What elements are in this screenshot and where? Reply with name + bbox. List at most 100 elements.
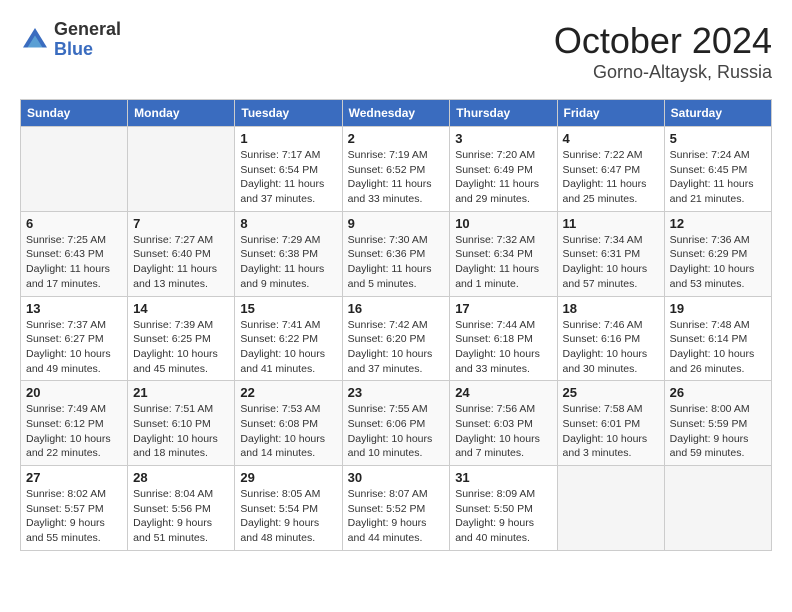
day-info: Sunrise: 7:19 AM Sunset: 6:52 PM Dayligh…: [348, 148, 445, 207]
day-number: 12: [670, 216, 766, 231]
logo-icon: [20, 25, 50, 55]
month-title: October 2024: [554, 20, 772, 62]
weekday-header-saturday: Saturday: [664, 100, 771, 127]
week-row-4: 20Sunrise: 7:49 AM Sunset: 6:12 PM Dayli…: [21, 381, 772, 466]
day-number: 15: [240, 301, 336, 316]
week-row-1: 1 Sunrise: 7:17 AM Sunset: 6:54 PM Daylig…: [21, 127, 772, 212]
day-info: Sunrise: 7:51 AM Sunset: 6:10 PM Dayligh…: [133, 402, 229, 461]
day-number: 3: [455, 131, 551, 146]
logo-text: General Blue: [54, 20, 121, 60]
day-info: Sunrise: 8:05 AM Sunset: 5:54 PM Dayligh…: [240, 487, 336, 546]
day-number: 27: [26, 470, 122, 485]
day-number: 11: [563, 216, 659, 231]
day-info: Sunrise: 8:07 AM Sunset: 5:52 PM Dayligh…: [348, 487, 445, 546]
weekday-header-sunday: Sunday: [21, 100, 128, 127]
day-cell: 16 Sunrise: 7:42 AM Sunset: 6:20 PM Dayli…: [342, 296, 450, 381]
day-info: Sunrise: 7:53 AM Sunset: 6:08 PM Dayligh…: [240, 402, 336, 461]
day-cell: [664, 466, 771, 551]
day-number: 26: [670, 385, 766, 400]
day-info: Sunrise: 7:39 AM Sunset: 6:25 PM Dayligh…: [133, 318, 229, 377]
day-cell: 14 Sunrise: 7:39 AM Sunset: 6:25 PM Dayli…: [128, 296, 235, 381]
day-number: 1: [240, 131, 336, 146]
day-cell: 23 Sunrise: 7:55 AM Sunset: 6:06 PM Dayli…: [342, 381, 450, 466]
day-cell: 21 Sunrise: 7:51 AM Sunset: 6:10 PM Dayli…: [128, 381, 235, 466]
day-number: 24: [455, 385, 551, 400]
week-row-5: 27 Sunrise: 8:02 AM Sunset: 5:57 PM Dayli…: [21, 466, 772, 551]
logo: General Blue: [20, 20, 121, 60]
day-cell: [557, 466, 664, 551]
day-number: 17: [455, 301, 551, 316]
day-cell: 30 Sunrise: 8:07 AM Sunset: 5:52 PM Dayli…: [342, 466, 450, 551]
day-info: Sunrise: 7:27 AM Sunset: 6:40 PM Dayligh…: [133, 233, 229, 292]
day-number: 16: [348, 301, 445, 316]
day-cell: 31Sunrise: 8:09 AM Sunset: 5:50 PM Dayli…: [450, 466, 557, 551]
day-info: Sunrise: 7:55 AM Sunset: 6:06 PM Dayligh…: [348, 402, 445, 461]
day-info: Sunrise: 7:30 AM Sunset: 6:36 PM Dayligh…: [348, 233, 445, 292]
day-number: 8: [240, 216, 336, 231]
day-info: Sunrise: 7:46 AM Sunset: 6:16 PM Dayligh…: [563, 318, 659, 377]
page-header: General Blue October 2024 Gorno-Altaysk,…: [20, 20, 772, 83]
day-info: Sunrise: 7:44 AM Sunset: 6:18 PM Dayligh…: [455, 318, 551, 377]
weekday-header-tuesday: Tuesday: [235, 100, 342, 127]
day-cell: 13 Sunrise: 7:37 AM Sunset: 6:27 PM Dayli…: [21, 296, 128, 381]
day-number: 14: [133, 301, 229, 316]
day-info: Sunrise: 7:34 AM Sunset: 6:31 PM Dayligh…: [563, 233, 659, 292]
day-cell: 8 Sunrise: 7:29 AM Sunset: 6:38 PM Daylig…: [235, 211, 342, 296]
day-cell: 4 Sunrise: 7:22 AM Sunset: 6:47 PM Daylig…: [557, 127, 664, 212]
day-number: 4: [563, 131, 659, 146]
day-info: Sunrise: 7:32 AM Sunset: 6:34 PM Dayligh…: [455, 233, 551, 292]
day-info: Sunrise: 7:17 AM Sunset: 6:54 PM Dayligh…: [240, 148, 336, 207]
day-info: Sunrise: 7:29 AM Sunset: 6:38 PM Dayligh…: [240, 233, 336, 292]
day-cell: 17 Sunrise: 7:44 AM Sunset: 6:18 PM Dayli…: [450, 296, 557, 381]
week-row-3: 13 Sunrise: 7:37 AM Sunset: 6:27 PM Dayli…: [21, 296, 772, 381]
day-cell: 19 Sunrise: 7:48 AM Sunset: 6:14 PM Dayli…: [664, 296, 771, 381]
day-number: 19: [670, 301, 766, 316]
day-cell: 1 Sunrise: 7:17 AM Sunset: 6:54 PM Daylig…: [235, 127, 342, 212]
day-number: 10: [455, 216, 551, 231]
day-cell: 22 Sunrise: 7:53 AM Sunset: 6:08 PM Dayli…: [235, 381, 342, 466]
day-number: 9: [348, 216, 445, 231]
day-info: Sunrise: 7:37 AM Sunset: 6:27 PM Dayligh…: [26, 318, 122, 377]
day-info: Sunrise: 7:20 AM Sunset: 6:49 PM Dayligh…: [455, 148, 551, 207]
weekday-header-monday: Monday: [128, 100, 235, 127]
day-info: Sunrise: 7:58 AM Sunset: 6:01 PM Dayligh…: [563, 402, 659, 461]
logo-general: General: [54, 20, 121, 40]
day-info: Sunrise: 7:49 AM Sunset: 6:12 PM Dayligh…: [26, 402, 122, 461]
day-cell: [21, 127, 128, 212]
day-info: Sunrise: 8:02 AM Sunset: 5:57 PM Dayligh…: [26, 487, 122, 546]
day-number: 18: [563, 301, 659, 316]
day-cell: 10 Sunrise: 7:32 AM Sunset: 6:34 PM Dayli…: [450, 211, 557, 296]
day-number: 5: [670, 131, 766, 146]
day-number: 23: [348, 385, 445, 400]
day-number: 31: [455, 470, 551, 485]
day-number: 6: [26, 216, 122, 231]
day-cell: [128, 127, 235, 212]
day-number: 22: [240, 385, 336, 400]
day-cell: 3 Sunrise: 7:20 AM Sunset: 6:49 PM Daylig…: [450, 127, 557, 212]
day-number: 13: [26, 301, 122, 316]
calendar-table: SundayMondayTuesdayWednesdayThursdayFrid…: [20, 99, 772, 551]
week-row-2: 6 Sunrise: 7:25 AM Sunset: 6:43 PM Daylig…: [21, 211, 772, 296]
day-info: Sunrise: 7:42 AM Sunset: 6:20 PM Dayligh…: [348, 318, 445, 377]
day-number: 30: [348, 470, 445, 485]
day-number: 28: [133, 470, 229, 485]
day-cell: 26Sunrise: 8:00 AM Sunset: 5:59 PM Dayli…: [664, 381, 771, 466]
day-number: 21: [133, 385, 229, 400]
day-number: 25: [563, 385, 659, 400]
day-info: Sunrise: 7:48 AM Sunset: 6:14 PM Dayligh…: [670, 318, 766, 377]
day-info: Sunrise: 7:25 AM Sunset: 6:43 PM Dayligh…: [26, 233, 122, 292]
day-cell: 11 Sunrise: 7:34 AM Sunset: 6:31 PM Dayli…: [557, 211, 664, 296]
day-cell: 28Sunrise: 8:04 AM Sunset: 5:56 PM Dayli…: [128, 466, 235, 551]
day-cell: 5Sunrise: 7:24 AM Sunset: 6:45 PM Daylig…: [664, 127, 771, 212]
day-cell: 18 Sunrise: 7:46 AM Sunset: 6:16 PM Dayli…: [557, 296, 664, 381]
day-cell: 29Sunrise: 8:05 AM Sunset: 5:54 PM Dayli…: [235, 466, 342, 551]
weekday-header-thursday: Thursday: [450, 100, 557, 127]
day-cell: 12Sunrise: 7:36 AM Sunset: 6:29 PM Dayli…: [664, 211, 771, 296]
day-cell: 9 Sunrise: 7:30 AM Sunset: 6:36 PM Daylig…: [342, 211, 450, 296]
weekday-header-wednesday: Wednesday: [342, 100, 450, 127]
day-info: Sunrise: 7:22 AM Sunset: 6:47 PM Dayligh…: [563, 148, 659, 207]
day-number: 2: [348, 131, 445, 146]
logo-blue: Blue: [54, 40, 121, 60]
location-title: Gorno-Altaysk, Russia: [554, 62, 772, 83]
title-block: October 2024 Gorno-Altaysk, Russia: [554, 20, 772, 83]
